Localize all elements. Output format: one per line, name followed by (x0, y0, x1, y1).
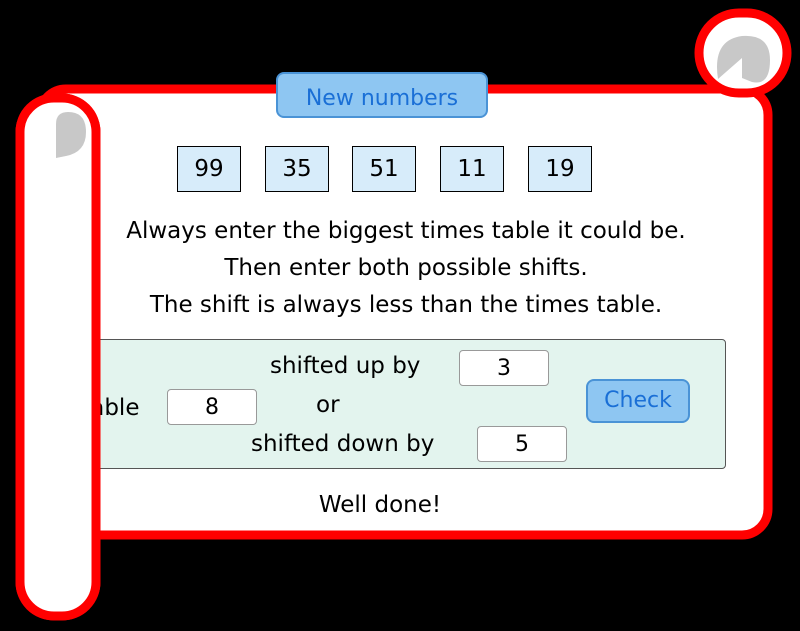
number-box: 99 (177, 146, 241, 192)
number-box: 35 (265, 146, 329, 192)
check-button[interactable]: Check (586, 379, 690, 423)
instruction-line: The shift is always less than the times … (149, 292, 663, 318)
table-input[interactable] (167, 389, 257, 425)
feedback-message: Well done! (318, 492, 442, 518)
shifted-up-label: shifted up by (270, 353, 421, 379)
table-label: Table (80, 395, 140, 421)
instruction-line: Always enter the biggest times table it … (126, 218, 686, 244)
shifted-up-input[interactable] (459, 350, 549, 386)
or-label: or (316, 392, 340, 418)
number-box: 19 (528, 146, 592, 192)
number-box: 11 (440, 146, 504, 192)
instruction-line: Then enter both possible shifts. (224, 255, 588, 281)
shifted-down-input[interactable] (477, 426, 567, 462)
new-numbers-button[interactable]: New numbers (276, 72, 488, 118)
shifted-down-label: shifted down by (251, 431, 435, 457)
number-box: 51 (352, 146, 416, 192)
